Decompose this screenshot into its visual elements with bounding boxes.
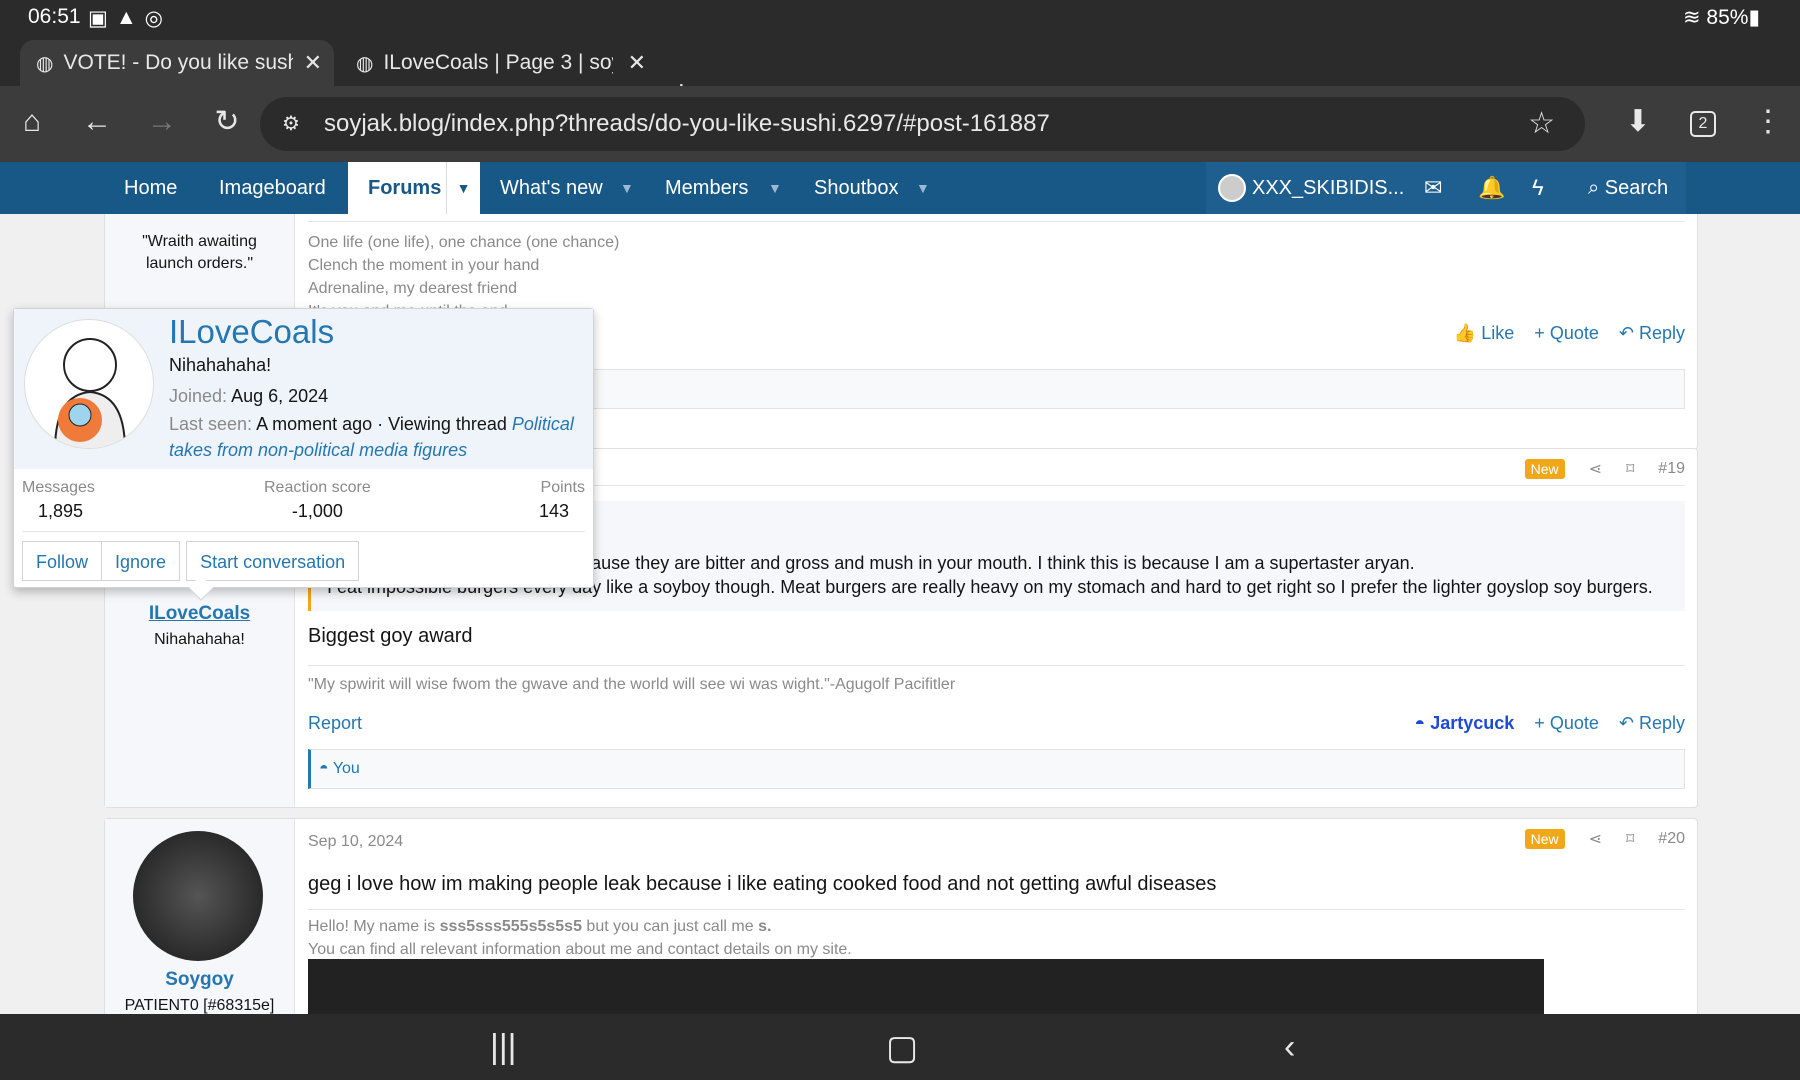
reaction-bar[interactable]: ◓ You [308,749,1685,789]
home-nav-icon[interactable]: ▢ [886,1028,918,1068]
account-menu[interactable]: XXX_SKIBIDIS... ✉ 🔔 ϟ [1206,162,1586,214]
battery-icon: ▮ [1748,6,1760,29]
back-nav-icon[interactable]: ‹ [1284,1028,1295,1067]
member-name[interactable]: ILoveCoals [169,313,334,351]
post-20: Soygoy PATIENT0 [#68315e] Sep 10, 2024 N… [104,818,1698,1014]
tab-strip: ◍ VOTE! - Do you like sushi? ✕ ◍ ILoveCo… [0,34,1800,110]
warning-icon: ▲ [115,6,137,29]
quote-button[interactable]: + Quote [1534,713,1599,733]
post-number[interactable]: #20 [1658,830,1685,848]
bell-icon[interactable]: 🔔 [1478,162,1505,214]
nav-imageboard[interactable]: Imageboard [219,162,326,214]
new-badge: New [1524,459,1565,479]
chevron-down-icon[interactable]: ▼ [446,162,480,214]
member-tooltip: ILoveCoals Nihahahaha! Joined: Aug 6, 20… [13,308,594,601]
joined-date: Aug 6, 2024 [231,386,329,406]
post-number[interactable]: #19 [1658,460,1685,478]
user-title: "Wraith awaiting launch orders." [142,233,257,272]
address-bar[interactable]: ⚙ soyjak.blog/index.php?threads/do-you-l… [260,97,1585,151]
signature: Hello! My name is sss5sss555s5s5s5 but y… [308,918,852,958]
nav-members[interactable]: Members [665,162,748,214]
post-date[interactable]: Sep 10, 2024 [308,833,403,851]
site-nav: Home Imageboard Forums ▼ What's new ▼ Me… [0,162,1800,214]
search-button[interactable]: ⌕ Search [1572,162,1686,214]
stat-messages: Messages 1,895 [22,479,95,521]
forward-icon[interactable]: → [140,102,184,142]
quote-button[interactable]: + Quote [1534,323,1599,343]
post-text: Biggest goy award [308,625,473,647]
bookmark-star-icon[interactable]: ☆ [1528,97,1555,151]
tab-switcher-button[interactable]: 2 [1690,111,1716,137]
recents-icon[interactable]: ||| [490,1028,517,1067]
system-nav-bar: ||| ▢ ‹ [0,1014,1800,1080]
post-author[interactable]: Soygoy [105,969,294,991]
chevron-down-icon[interactable]: ▼ [916,162,930,214]
like-button[interactable]: 👍 Like [1454,323,1514,343]
inbox-icon[interactable]: ✉ [1424,162,1442,214]
nav-forums[interactable]: Forums ▼ [348,162,480,214]
reply-button[interactable]: ↶ Reply [1619,713,1685,733]
share-icon[interactable]: ⋖ [1589,459,1602,479]
reply-button[interactable]: ↶ Reply [1619,323,1685,343]
download-icon[interactable]: ⬇ [1616,102,1660,142]
stat-points: Points 143 [538,479,585,521]
reload-icon[interactable]: ↻ [205,102,249,142]
site-settings-icon[interactable]: ⚙ [282,97,300,151]
globe-icon: ◍ [356,52,374,75]
browser-toolbar: ⌂ ← → ↻ ⚙ soyjak.blog/index.php?threads/… [0,86,1800,162]
member-title: Nihahahaha! [169,355,272,375]
stat-reaction-score: Reaction score -1,000 [264,479,371,521]
tab-vote-sushi[interactable]: ◍ VOTE! - Do you like sushi? ✕ [20,40,334,86]
reaction-avatar-icon: ◓ [319,760,329,777]
reaction-user[interactable]: ◓ Jartycuck [1414,713,1514,733]
signature: "My spwirit will wise fwom the gwave and… [308,676,956,693]
follow-button[interactable]: Follow [22,541,103,581]
search-icon: ⌕ [1588,177,1600,199]
reaction-avatar-icon: ◓ [1414,713,1426,733]
bolt-icon[interactable]: ϟ [1532,162,1544,214]
status-time: 06:51 [28,5,81,28]
nav-whats-new[interactable]: What's new [500,162,603,214]
post-author[interactable]: ILoveCoals [105,603,294,625]
gallery-icon: ▣ [88,7,108,30]
sync-icon: ◎ [144,7,163,30]
post-text: geg i love how im making people leak bec… [308,873,1217,895]
status-bar: 06:51 ▣ ▲ ◎ ≋ 85%▮ [0,0,1800,34]
account-username[interactable]: XXX_SKIBIDIS... [1252,162,1404,214]
url-text[interactable]: soyjak.blog/index.php?threads/do-you-lik… [324,97,1050,151]
author-title: PATIENT0 [#68315e] [124,997,275,1014]
report-link[interactable]: Report [308,713,362,734]
close-tab-icon[interactable]: ✕ [304,50,322,76]
home-icon[interactable]: ⌂ [10,102,54,142]
more-menu-icon[interactable]: ⋮ [1746,102,1790,142]
battery-level: 85% [1706,6,1749,29]
wifi-icon: ≋ [1682,6,1701,29]
close-tab-icon[interactable]: ✕ [628,50,646,76]
avatar[interactable] [24,319,154,449]
signature: One life (one life), one chance (one cha… [308,234,620,311]
avatar[interactable] [133,831,263,961]
author-title: Nihahahaha! [154,631,245,648]
share-icon[interactable]: ⋖ [1589,829,1602,849]
tab-ilovecoals[interactable]: ◍ ILoveCoals | Page 3 | soyjak ✕ [340,40,658,86]
chevron-down-icon[interactable]: ▼ [768,162,782,214]
avatar[interactable] [1218,174,1246,202]
ignore-button[interactable]: Ignore [102,541,181,581]
nav-shoutbox[interactable]: Shoutbox [814,162,899,214]
last-seen: A moment ago · Viewing thread [256,414,512,434]
bookmark-icon[interactable]: ⌑ [1626,459,1634,479]
signature-banner [308,959,1544,1014]
back-icon[interactable]: ← [75,102,119,142]
nav-home[interactable]: Home [124,162,177,214]
globe-icon: ◍ [36,52,54,75]
new-badge: New [1524,829,1565,849]
start-conversation-button[interactable]: Start conversation [186,541,360,581]
bookmark-icon[interactable]: ⌑ [1626,829,1634,849]
chevron-down-icon[interactable]: ▼ [620,162,634,214]
